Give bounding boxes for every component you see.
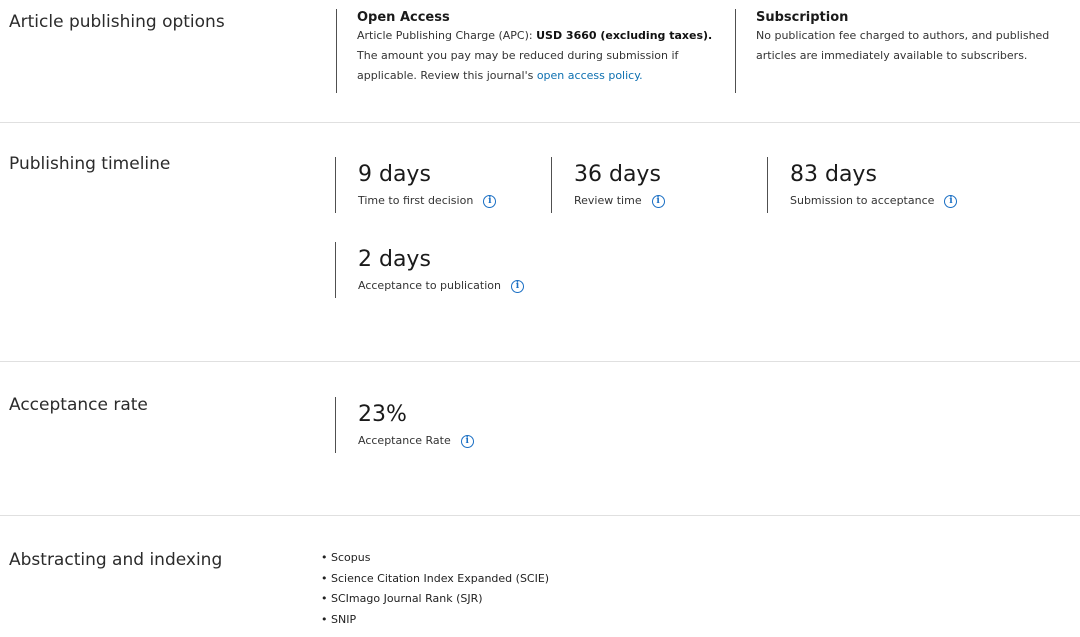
- open-access-policy-link[interactable]: open access policy.: [537, 69, 643, 82]
- list-item: Scopus: [321, 548, 549, 569]
- divider: [0, 122, 1080, 123]
- info-circle-icon[interactable]: i: [460, 434, 474, 448]
- apc-value: USD 3660 (excluding taxes).: [536, 29, 713, 42]
- metric-review-time: 36 days Review time i: [551, 157, 665, 213]
- section-title-publishing-options: Article publishing options: [9, 12, 225, 32]
- metric-acceptance-rate: 23% Acceptance Rate i: [335, 397, 474, 453]
- metric-value: 36 days: [574, 162, 661, 187]
- list-item: SCImago Journal Rank (SJR): [321, 589, 549, 610]
- apc-prefix: Article Publishing Charge (APC):: [357, 29, 537, 42]
- metric-value: 2 days: [358, 247, 431, 272]
- subscription-description: No publication fee charged to authors, a…: [756, 29, 1050, 62]
- divider: [0, 361, 1080, 362]
- info-circle-icon[interactable]: i: [483, 194, 497, 208]
- metric-label: Time to first decision: [358, 194, 474, 207]
- section-title-acceptance-rate: Acceptance rate: [9, 395, 148, 415]
- metric-first-decision: 9 days Time to first decision i: [335, 157, 497, 213]
- metric-label: Acceptance to publication: [358, 279, 501, 292]
- metric-label: Submission to acceptance: [790, 194, 935, 207]
- metric-acceptance-to-publication: 2 days Acceptance to publication i: [335, 242, 524, 298]
- info-circle-icon[interactable]: i: [510, 279, 524, 293]
- open-access-title: Open Access: [357, 10, 450, 25]
- metric-value: 83 days: [790, 162, 877, 187]
- divider: [0, 515, 1080, 516]
- info-circle-icon[interactable]: i: [944, 194, 958, 208]
- metric-value: 9 days: [358, 162, 431, 187]
- metric-label: Acceptance Rate: [358, 434, 451, 447]
- list-item: Science Citation Index Expanded (SCIE): [321, 569, 549, 590]
- info-circle-icon[interactable]: i: [651, 194, 665, 208]
- section-title-timeline: Publishing timeline: [9, 154, 171, 174]
- open-access-description: Article Publishing Charge (APC): USD 366…: [357, 26, 717, 86]
- metric-label: Review time: [574, 194, 642, 207]
- indexing-list: Scopus Science Citation Index Expanded (…: [321, 548, 549, 630]
- metric-submission-to-acceptance: 83 days Submission to acceptance i: [767, 157, 958, 213]
- metric-value: 23%: [358, 402, 407, 427]
- subscription-title: Subscription: [756, 10, 849, 25]
- section-title-indexing: Abstracting and indexing: [9, 550, 223, 570]
- list-item: SNIP: [321, 610, 549, 631]
- subscription-option: Subscription No publication fee charged …: [735, 9, 1080, 93]
- open-access-option: Open Access Article Publishing Charge (A…: [336, 9, 717, 93]
